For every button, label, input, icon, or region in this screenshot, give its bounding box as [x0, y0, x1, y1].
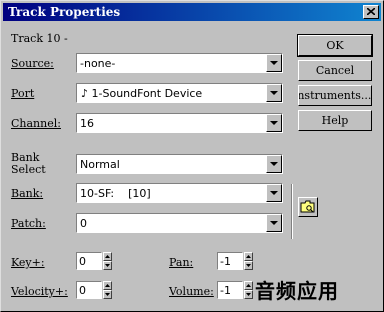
port-value: 1-SoundFont Device: [91, 87, 203, 100]
arrow-up-icon: [246, 284, 251, 287]
pan-spinner[interactable]: [244, 252, 253, 270]
bank-select-dropdown[interactable]: Normal: [76, 154, 283, 174]
velocity-spinner[interactable]: [103, 281, 112, 299]
bank-browse-button[interactable]: [298, 197, 318, 217]
chevron-down-icon: [270, 191, 278, 195]
velocity-label: Velocity+:: [11, 285, 68, 298]
arrow-down-icon: [246, 264, 251, 267]
key-up-button[interactable]: [103, 252, 112, 261]
bank-dropdown[interactable]: 10-SF: [10]: [76, 183, 283, 203]
volume-value: -1: [220, 284, 231, 297]
volume-down-button[interactable]: [244, 290, 253, 299]
patch-label: Patch:: [11, 217, 46, 230]
port-dropdown-button[interactable]: [266, 84, 282, 102]
chevron-down-icon: [270, 61, 278, 65]
chevron-down-icon: [270, 121, 278, 125]
chevron-down-icon: [270, 162, 278, 166]
arrow-up-icon: [105, 284, 110, 287]
channel-dropdown[interactable]: 16: [76, 113, 283, 133]
arrow-up-icon: [105, 255, 110, 258]
source-dropdown[interactable]: -none-: [76, 53, 283, 73]
source-label: Source:: [11, 57, 54, 70]
source-dropdown-button[interactable]: [266, 54, 282, 72]
velocity-up-button[interactable]: [103, 281, 112, 290]
cancel-button[interactable]: Cancel: [298, 60, 372, 81]
patch-value: 0: [80, 217, 87, 230]
key-value: 0: [79, 255, 86, 268]
pan-down-button[interactable]: [244, 261, 253, 270]
bank-group-divider: [291, 184, 293, 239]
arrow-up-icon: [246, 255, 251, 258]
source-value: -none-: [80, 57, 116, 70]
track-properties-window: Track Properties Track 10 - Source: -non…: [0, 0, 384, 312]
bank-select-label-line2: Select: [11, 163, 46, 176]
pan-input[interactable]: -1: [217, 252, 243, 270]
bank-dropdown-button[interactable]: [266, 184, 282, 202]
volume-input[interactable]: -1: [217, 281, 243, 299]
help-button[interactable]: Help: [298, 110, 372, 131]
bank-select-dropdown-button[interactable]: [266, 155, 282, 173]
channel-value: 16: [80, 117, 94, 130]
window-title: Track Properties: [8, 5, 121, 19]
pan-up-button[interactable]: [244, 252, 253, 261]
volume-label: Volume:: [169, 285, 214, 298]
title-bar[interactable]: Track Properties: [3, 3, 381, 21]
track-label: Track 10 -: [11, 32, 68, 45]
velocity-value: 0: [79, 284, 86, 297]
folder-open-icon: [300, 200, 315, 213]
arrow-down-icon: [105, 293, 110, 296]
chevron-down-icon: [270, 91, 278, 95]
arrow-down-icon: [246, 293, 251, 296]
key-spinner[interactable]: [103, 252, 112, 270]
chevron-down-icon: [270, 221, 278, 225]
arrow-down-icon: [105, 264, 110, 267]
patch-dropdown[interactable]: 0: [76, 213, 283, 233]
key-label: Key+:: [11, 256, 45, 269]
port-label: Port: [11, 87, 35, 100]
volume-spinner[interactable]: [244, 281, 253, 299]
bank-value: 10-SF: [10]: [80, 187, 151, 200]
pan-label: Pan:: [169, 256, 194, 269]
velocity-down-button[interactable]: [103, 290, 112, 299]
port-dropdown[interactable]: ♪ 1-SoundFont Device: [76, 83, 283, 103]
key-input[interactable]: 0: [76, 252, 102, 270]
music-note-icon: ♪: [81, 87, 89, 100]
close-button[interactable]: [363, 5, 379, 19]
bank-label: Bank:: [11, 187, 44, 200]
volume-up-button[interactable]: [244, 281, 253, 290]
watermark-text: 音频应用: [255, 279, 339, 303]
bank-select-value: Normal: [80, 158, 120, 171]
channel-dropdown-button[interactable]: [266, 114, 282, 132]
ok-button[interactable]: OK: [297, 34, 373, 57]
instruments-button[interactable]: Instruments...: [298, 85, 372, 106]
pan-value: -1: [220, 255, 231, 268]
close-icon: [367, 8, 375, 15]
key-down-button[interactable]: [103, 261, 112, 270]
velocity-input[interactable]: 0: [76, 281, 102, 299]
channel-label: Channel:: [11, 117, 61, 130]
patch-dropdown-button[interactable]: [266, 214, 282, 232]
